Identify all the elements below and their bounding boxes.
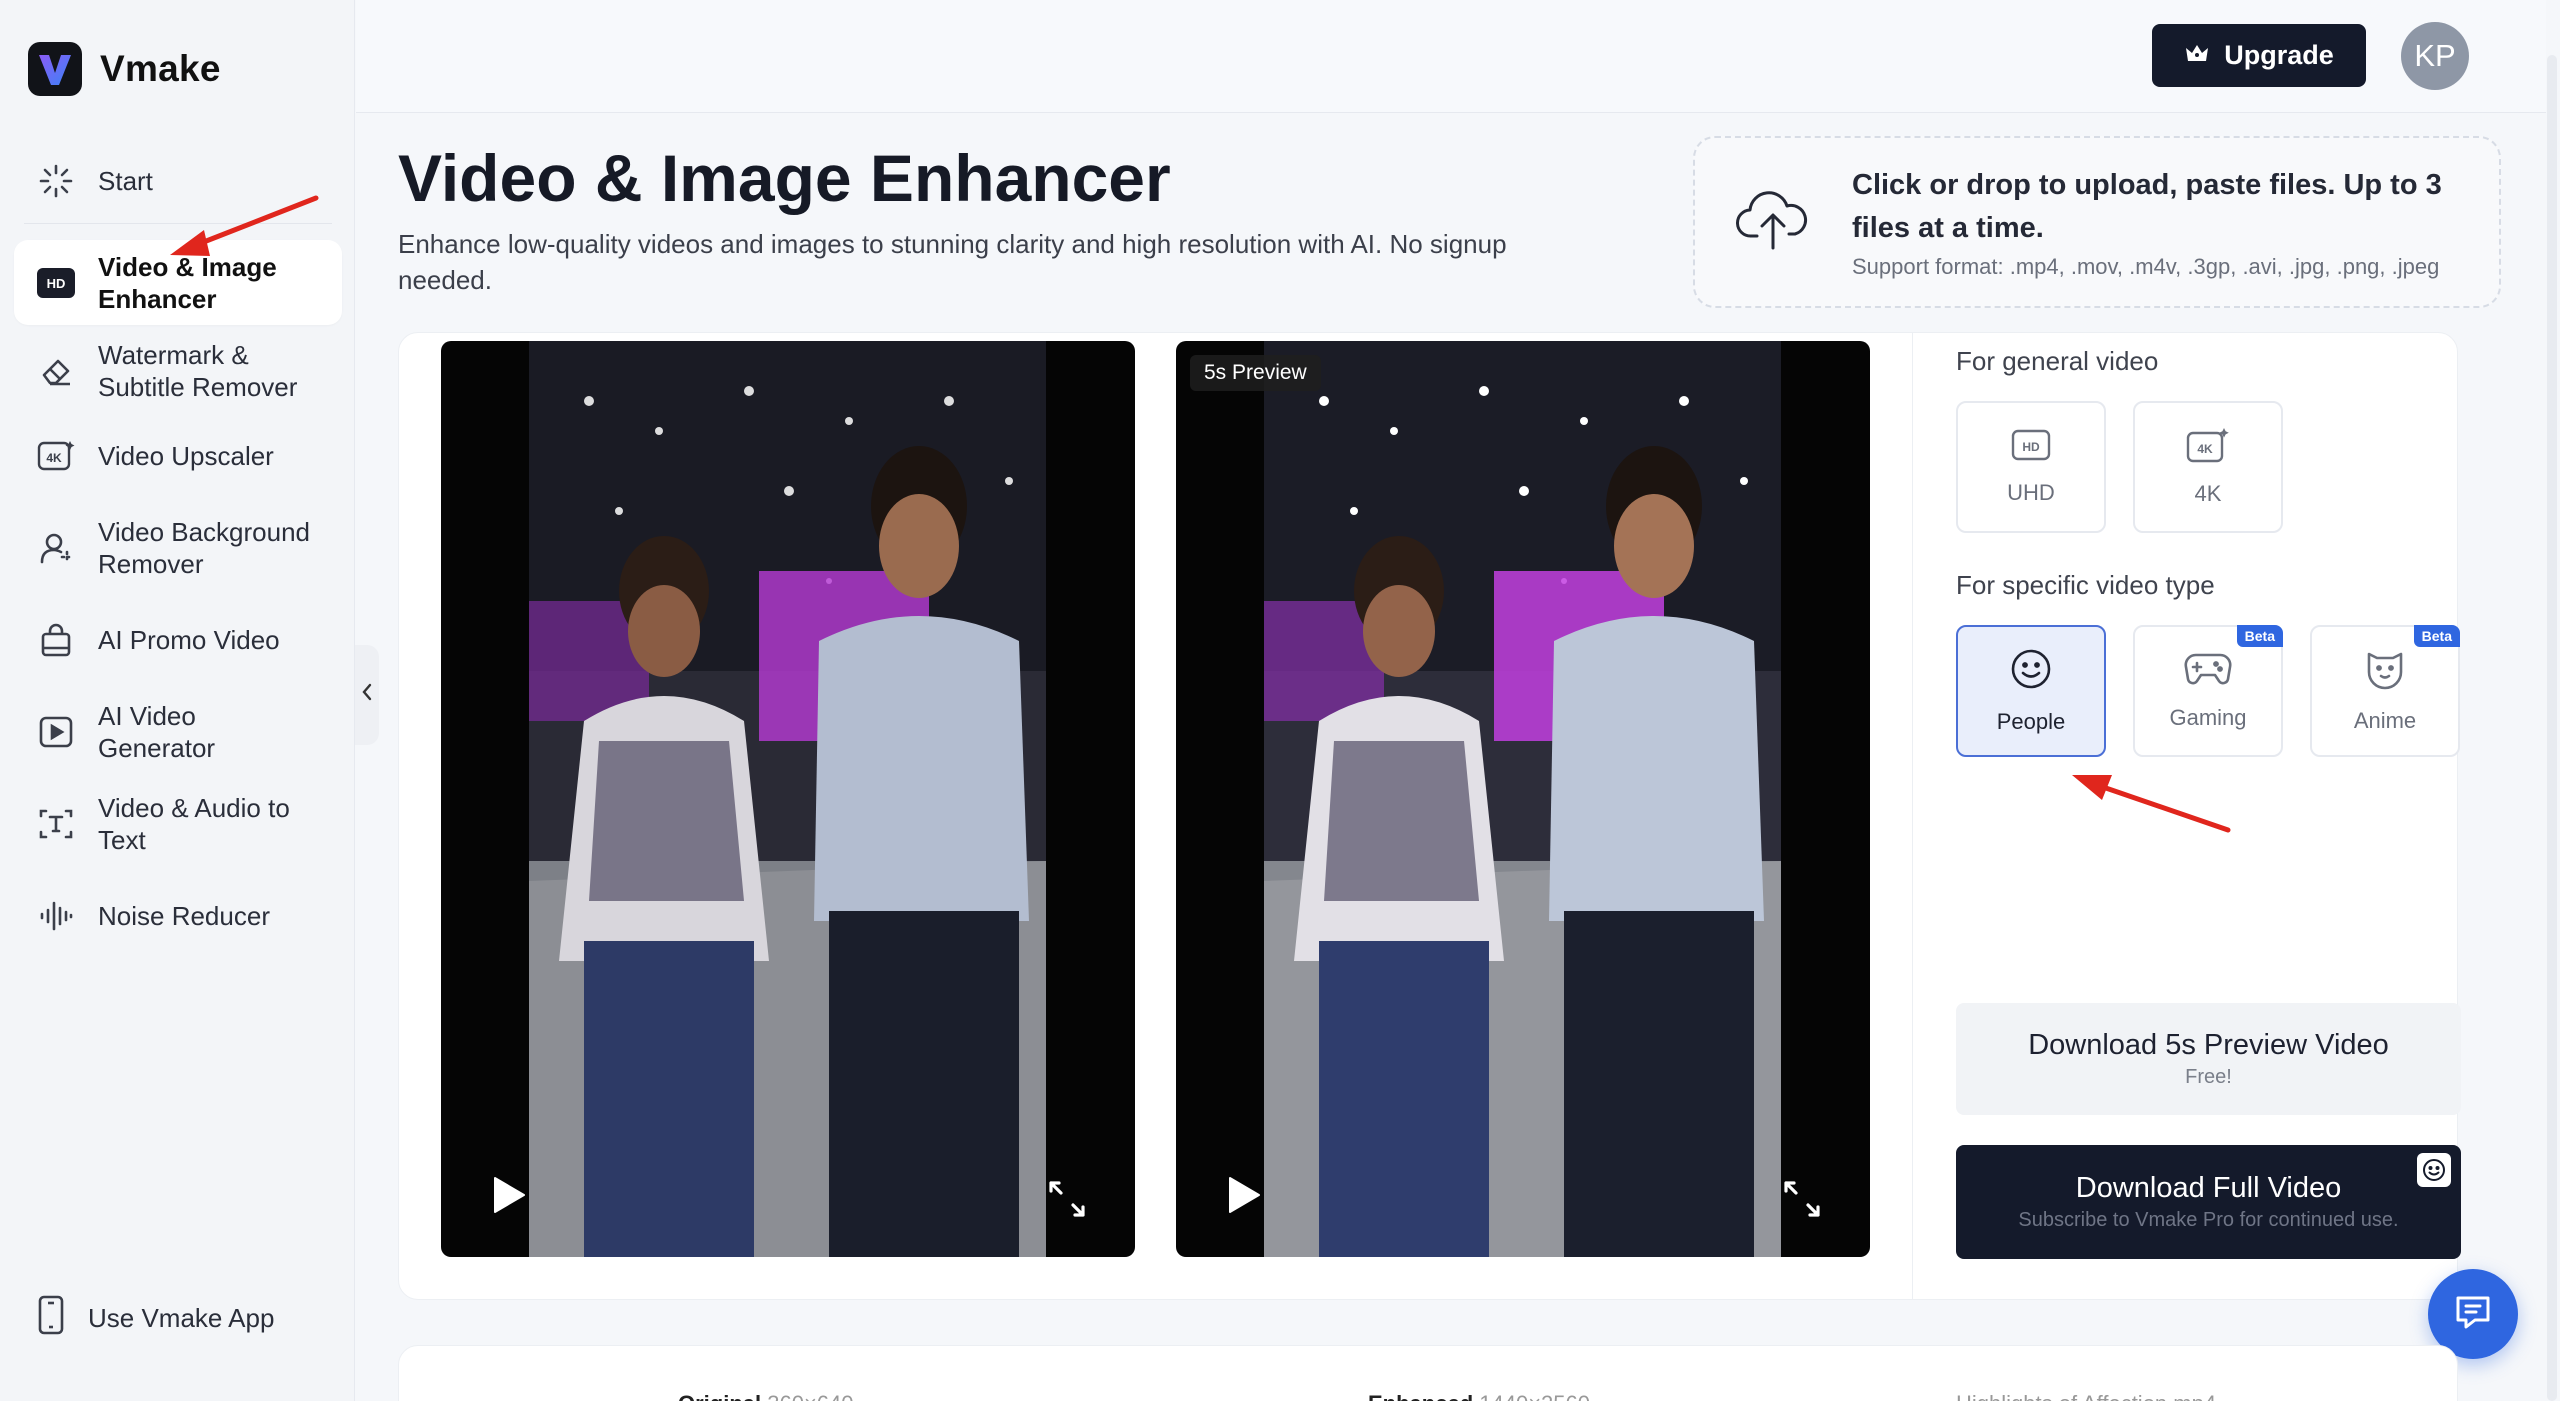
file-name-value: Highlights of Affection.mp4 bbox=[1956, 1391, 2216, 1401]
hd-icon: HD bbox=[36, 263, 76, 303]
cloud-upload-icon bbox=[1735, 186, 1811, 257]
svg-text:HD: HD bbox=[47, 276, 66, 291]
option-people[interactable]: People bbox=[1956, 625, 2106, 757]
4k-icon: 4K bbox=[36, 436, 76, 476]
option-label: 4K bbox=[2194, 481, 2222, 506]
svg-text:HD: HD bbox=[2022, 440, 2040, 454]
sidebar: Vmake Start HD Video & Image Enhancer Wa… bbox=[0, 0, 355, 1401]
original-res-value: 360×640 bbox=[767, 1391, 853, 1401]
smile-badge-icon bbox=[2417, 1153, 2451, 1187]
option-4k[interactable]: 4K 4K bbox=[2133, 401, 2283, 533]
gamepad-icon bbox=[2184, 651, 2232, 693]
sidebar-nav: Start HD Video & Image Enhancer Watermar… bbox=[14, 142, 342, 969]
enhanced-res-value: 1440×2560 bbox=[1479, 1391, 1590, 1401]
page-title: Video & Image Enhancer bbox=[398, 141, 1171, 215]
preview-badge: 5s Preview bbox=[1190, 355, 1321, 391]
sidebar-item-label: Video Upscaler bbox=[98, 441, 274, 471]
sidebar-item-video-image-enhancer[interactable]: HD Video & Image Enhancer bbox=[14, 240, 342, 325]
sidebar-item-label: AI Promo Video bbox=[98, 625, 280, 655]
option-label: UHD bbox=[2007, 480, 2055, 505]
enhanced-video-frame bbox=[1264, 341, 1781, 1257]
specific-video-label: For specific video type bbox=[1956, 570, 2215, 600]
brand-name: Vmake bbox=[100, 48, 221, 89]
sidebar-item-label: Noise Reducer bbox=[98, 901, 270, 931]
download-full-sub: Subscribe to Vmake Pro for continued use… bbox=[2018, 1209, 2399, 1231]
beta-badge: Beta bbox=[2413, 625, 2460, 647]
person-scan-icon bbox=[36, 528, 76, 568]
file-name: Highlights of Affection.mp4 bbox=[1956, 1391, 2216, 1401]
sidebar-collapse-button[interactable] bbox=[355, 645, 379, 745]
sidebar-item-video-upscaler[interactable]: 4K Video Upscaler bbox=[14, 417, 342, 495]
vmake-logo-icon bbox=[28, 42, 82, 96]
eraser-icon bbox=[36, 351, 76, 391]
play-icon[interactable] bbox=[1226, 1175, 1262, 1220]
svg-text:4K: 4K bbox=[2197, 442, 2213, 456]
option-label: Anime bbox=[2353, 708, 2417, 733]
chat-icon bbox=[2453, 1293, 2493, 1336]
upload-formats: Support format: .mp4, .mov, .m4v, .3gp, … bbox=[1852, 254, 2440, 279]
enhanced-resolution: Enhanced 1440×2560 bbox=[1368, 1391, 1590, 1401]
sidebar-item-watermark-remover[interactable]: Watermark & Subtitle Remover bbox=[14, 325, 342, 417]
original-resolution: Original 360×640 bbox=[678, 1391, 854, 1401]
enhanced-video-player[interactable]: 5s Preview bbox=[1176, 341, 1870, 1257]
page-scrollbar[interactable] bbox=[2547, 55, 2557, 1401]
use-app-label: Use Vmake App bbox=[88, 1303, 275, 1333]
shopping-bag-icon bbox=[36, 620, 76, 660]
download-full-button[interactable]: Download Full Video Subscribe to Vmake P… bbox=[1956, 1145, 2461, 1259]
upload-title: Click or drop to upload, paste files. Up… bbox=[1852, 169, 2442, 244]
fullscreen-icon[interactable] bbox=[1047, 1179, 1087, 1224]
original-video-frame bbox=[529, 341, 1046, 1257]
download-full-title: Download Full Video bbox=[2075, 1172, 2342, 1204]
4k-sparkle-icon: 4K bbox=[2186, 427, 2230, 469]
sidebar-item-label: Video & Audio to Text bbox=[98, 793, 290, 855]
sidebar-item-ai-promo-video[interactable]: AI Promo Video bbox=[14, 601, 342, 679]
upgrade-button[interactable]: Upgrade bbox=[2152, 24, 2366, 87]
crown-icon bbox=[2184, 40, 2210, 71]
text-scan-icon bbox=[36, 804, 76, 844]
beta-badge: Beta bbox=[2236, 625, 2283, 647]
panel-divider bbox=[1912, 332, 1913, 1300]
option-label: Gaming bbox=[2169, 705, 2247, 730]
option-anime[interactable]: Beta Anime bbox=[2310, 625, 2460, 757]
svg-text:4K: 4K bbox=[46, 451, 62, 465]
brand[interactable]: Vmake bbox=[28, 42, 221, 96]
sidebar-item-video-background-remover[interactable]: Video Background Remover bbox=[14, 495, 342, 601]
sidebar-item-label: Start bbox=[98, 166, 153, 196]
general-video-label: For general video bbox=[1956, 346, 2159, 376]
download-preview-button[interactable]: Download 5s Preview Video Free! bbox=[1956, 1003, 2461, 1115]
play-square-icon bbox=[36, 712, 76, 752]
enhanced-label: Enhanced bbox=[1368, 1391, 1473, 1401]
sidebar-item-video-audio-to-text[interactable]: Video & Audio to Text bbox=[14, 785, 342, 863]
option-label: People bbox=[1996, 709, 2066, 734]
upload-dropzone[interactable]: Click or drop to upload, paste files. Up… bbox=[1693, 136, 2501, 308]
page-description: Enhance low-quality videos and images to… bbox=[398, 229, 1507, 295]
smartphone-icon bbox=[36, 1295, 66, 1342]
play-icon[interactable] bbox=[491, 1175, 527, 1220]
sidebar-item-label: Video Background Remover bbox=[98, 517, 311, 579]
upgrade-label: Upgrade bbox=[2224, 40, 2334, 70]
original-label: Original bbox=[678, 1391, 761, 1401]
bear-face-icon bbox=[2363, 648, 2407, 696]
original-video-player[interactable] bbox=[441, 341, 1135, 1257]
hd-icon: HD bbox=[2011, 428, 2051, 468]
sidebar-item-label: AI Video Generator bbox=[98, 701, 216, 763]
avatar[interactable]: KP bbox=[2401, 22, 2469, 90]
option-gaming[interactable]: Beta Gaming bbox=[2133, 625, 2283, 757]
nav-divider bbox=[24, 223, 332, 224]
sidebar-item-start[interactable]: Start bbox=[14, 142, 342, 220]
sidebar-item-noise-reducer[interactable]: Noise Reducer bbox=[14, 863, 342, 969]
sidebar-item-label: Watermark & Subtitle Remover bbox=[98, 340, 298, 402]
loader-icon bbox=[36, 161, 76, 201]
waveform-icon bbox=[36, 896, 76, 936]
sidebar-item-label: Video & Image Enhancer bbox=[98, 251, 277, 314]
use-vmake-app-link[interactable]: Use Vmake App bbox=[36, 1295, 274, 1342]
fullscreen-icon[interactable] bbox=[1782, 1179, 1822, 1224]
option-uhd[interactable]: HD UHD bbox=[1956, 401, 2106, 533]
smile-icon bbox=[2009, 647, 2053, 697]
sidebar-item-ai-video-generator[interactable]: AI Video Generator bbox=[14, 679, 342, 785]
chevron-left-icon bbox=[361, 683, 373, 707]
download-preview-sub: Free! bbox=[2185, 1066, 2232, 1088]
download-preview-title: Download 5s Preview Video bbox=[2028, 1029, 2389, 1061]
